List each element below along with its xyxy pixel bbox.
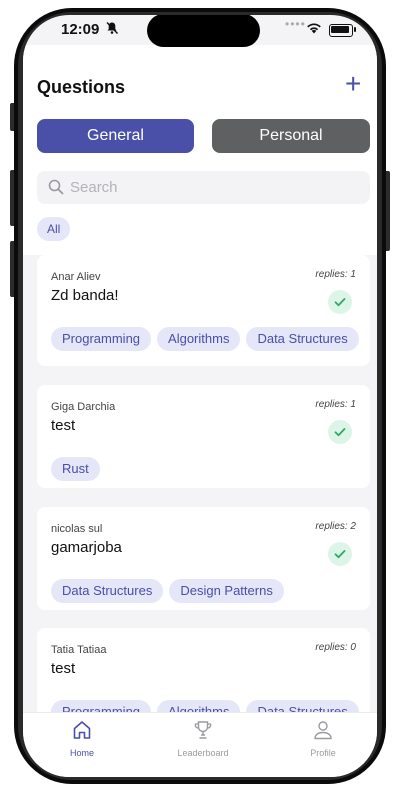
tab-profile-label: Profile (310, 748, 336, 758)
reply-count: replies: 1 (315, 269, 356, 280)
filter-chip-all[interactable]: All (37, 217, 71, 241)
app-screen: 12:09 •••• Questions + General Personal … (23, 15, 377, 777)
status-time: 12:09 (61, 21, 100, 38)
home-icon (71, 721, 93, 745)
question-card[interactable]: nicolas sul gamarjoba replies: 2 Data St… (37, 507, 370, 610)
tab-leaderboard-label: Leaderboard (177, 748, 229, 758)
search-icon (48, 179, 64, 200)
check-icon (328, 290, 352, 314)
questions-header: Questions + General Personal Search All (23, 45, 377, 255)
question-author: Giga Darchia (51, 401, 116, 413)
signal-dots-icon: •••• (285, 17, 306, 31)
tag-chip[interactable]: Programming (51, 327, 152, 351)
dynamic-island (147, 15, 260, 47)
tab-home[interactable]: Home (32, 719, 132, 758)
question-author: nicolas sul (51, 523, 103, 535)
add-question-button[interactable]: + (345, 69, 361, 99)
bell-slash-icon (105, 21, 119, 38)
profile-icon (312, 721, 334, 745)
page-title: Questions (37, 77, 126, 97)
tag-chip[interactable]: Data Structures (51, 579, 164, 603)
tag-list: Rust (51, 457, 106, 481)
check-icon (328, 542, 352, 566)
bottom-tab-bar: Home Leaderboard Profile (23, 712, 377, 777)
question-card[interactable]: Giga Darchia test replies: 1 Rust (37, 385, 370, 488)
trophy-icon (192, 721, 214, 745)
tag-chip[interactable]: Rust (51, 457, 100, 481)
question-card[interactable]: Anar Aliev Zd banda! replies: 1 Programm… (37, 255, 370, 366)
tag-list: ProgrammingAlgorithmsData Structures (51, 327, 365, 351)
battery-icon (329, 24, 353, 37)
tab-profile[interactable]: Profile (273, 719, 373, 758)
tab-leaderboard[interactable]: Leaderboard (153, 719, 253, 758)
question-title: gamarjoba (51, 539, 122, 556)
question-title: test (51, 417, 76, 434)
battery-tip (354, 27, 356, 32)
tag-chip[interactable]: Data Structures (246, 327, 359, 351)
reply-count: replies: 2 (315, 521, 356, 532)
search-input[interactable]: Search (37, 171, 370, 204)
question-author: Tatia Tatiaa (51, 644, 107, 656)
check-icon (328, 420, 352, 444)
reply-count: replies: 1 (315, 399, 356, 410)
question-author: Anar Aliev (51, 271, 101, 283)
tag-list: Data Structures Design Patterns (51, 579, 290, 603)
tab-home-label: Home (69, 748, 94, 758)
question-title: Zd banda! (51, 287, 119, 304)
search-placeholder: Search (70, 179, 118, 196)
wifi-icon (306, 21, 322, 39)
tag-chip[interactable]: Algorithms (157, 327, 241, 351)
tag-chip[interactable]: Design Patterns (169, 579, 284, 603)
reply-count: replies: 0 (315, 642, 356, 653)
tab-general[interactable]: General (37, 119, 194, 153)
tab-personal[interactable]: Personal (212, 119, 370, 153)
question-title: test (51, 660, 76, 677)
